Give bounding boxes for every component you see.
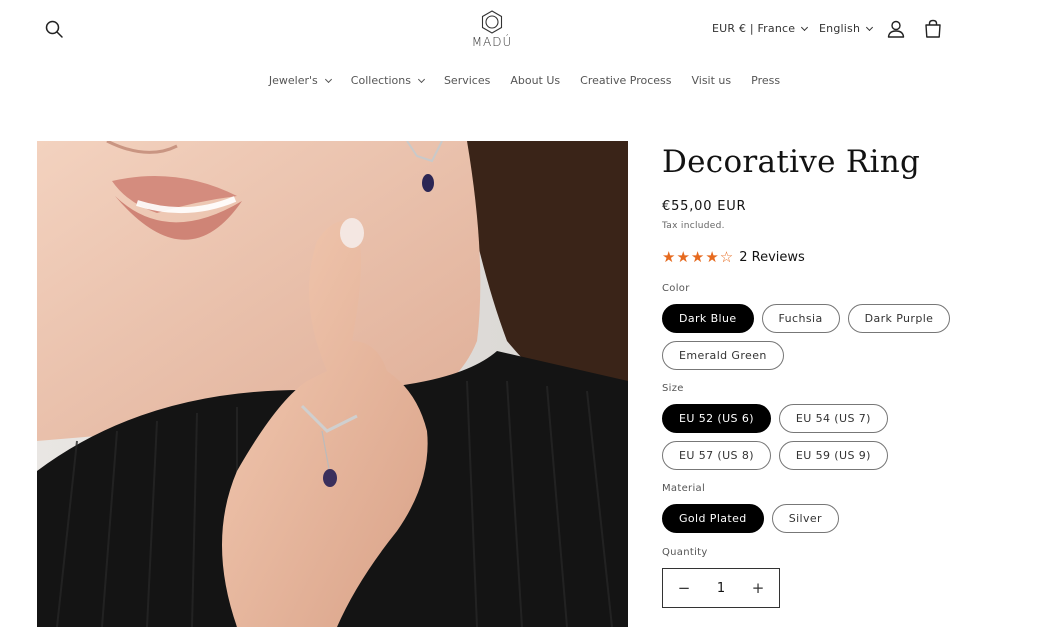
currency-label: EUR € | France bbox=[712, 22, 796, 35]
nav-label: Press bbox=[751, 74, 781, 87]
chevron-down-icon bbox=[866, 23, 874, 32]
material-option-gold-plated[interactable]: Gold Plated bbox=[662, 504, 764, 533]
language-label: English bbox=[819, 22, 861, 35]
material-options: Gold Plated Silver bbox=[662, 504, 962, 533]
product-image[interactable] bbox=[37, 141, 628, 627]
tax-note: Tax included. bbox=[662, 221, 725, 231]
search-icon[interactable] bbox=[43, 18, 65, 40]
nav-label: Creative Process bbox=[580, 74, 672, 87]
logo-mark-icon bbox=[481, 10, 503, 34]
color-label: Color bbox=[662, 283, 690, 294]
currency-selector[interactable]: EUR € | France bbox=[712, 22, 809, 35]
size-label: Size bbox=[662, 383, 684, 394]
size-option-eu-52[interactable]: EU 52 (US 6) bbox=[662, 404, 771, 433]
color-option-fuchsia[interactable]: Fuchsia bbox=[761, 304, 840, 333]
product-title: Decorative Ring bbox=[662, 144, 921, 180]
product-photo bbox=[37, 141, 628, 627]
product-info: Decorative Ring €55,00 EUR Tax included.… bbox=[662, 141, 1022, 608]
quantity-increase-button[interactable]: + bbox=[751, 579, 765, 597]
color-options: Dark Blue Fuchsia Dark Purple Emerald Gr… bbox=[662, 304, 962, 370]
product-price: €55,00 EUR bbox=[662, 199, 747, 214]
nav-label: Jeweler's bbox=[268, 74, 318, 87]
size-option-eu-57[interactable]: EU 57 (US 8) bbox=[662, 441, 771, 470]
chevron-down-icon bbox=[801, 23, 809, 32]
quantity-label: Quantity bbox=[662, 547, 708, 558]
material-option-silver[interactable]: Silver bbox=[771, 504, 839, 533]
color-option-dark-blue[interactable]: Dark Blue bbox=[662, 304, 754, 333]
language-selector[interactable]: English bbox=[819, 22, 874, 35]
nav-item-about-us[interactable]: About Us bbox=[510, 74, 560, 92]
size-option-eu-54[interactable]: EU 54 (US 7) bbox=[778, 404, 888, 433]
nav-item-services[interactable]: Services bbox=[444, 74, 490, 92]
nav-item-creative-process[interactable]: Creative Process bbox=[580, 74, 671, 92]
nav-label: Visit us bbox=[691, 74, 732, 87]
nav-item-jewelers[interactable]: Jeweler's bbox=[268, 74, 332, 92]
main-nav: Jeweler's Collections Services About Us … bbox=[0, 74, 1049, 92]
nav-label: About Us bbox=[510, 74, 561, 87]
nav-item-collections[interactable]: Collections bbox=[350, 74, 425, 92]
nav-label: Services bbox=[443, 74, 491, 87]
reviews-link[interactable]: 2 Reviews bbox=[739, 250, 805, 265]
size-option-eu-59[interactable]: EU 59 (US 9) bbox=[778, 441, 888, 470]
quantity-decrease-button[interactable]: − bbox=[677, 579, 691, 597]
nav-label: Collections bbox=[350, 74, 411, 87]
chevron-down-icon bbox=[324, 75, 332, 84]
size-options: EU 52 (US 6) EU 54 (US 7) EU 57 (US 8) E… bbox=[662, 404, 962, 470]
site-header: MADÚ EUR € | France English bbox=[0, 0, 1049, 60]
quantity-stepper: − 1 + bbox=[662, 568, 780, 608]
color-option-dark-purple[interactable]: Dark Purple bbox=[847, 304, 951, 333]
nav-item-press[interactable]: Press bbox=[751, 74, 780, 92]
quantity-input[interactable]: 1 bbox=[717, 581, 725, 596]
cart-icon[interactable] bbox=[922, 18, 944, 40]
star-rating-icon: ★★★★☆ bbox=[662, 248, 735, 266]
chevron-down-icon bbox=[417, 75, 425, 84]
site-logo[interactable]: MADÚ bbox=[466, 10, 518, 52]
logo-text: MADÚ bbox=[471, 35, 513, 49]
color-option-emerald-green[interactable]: Emerald Green bbox=[662, 341, 784, 370]
account-icon[interactable] bbox=[886, 19, 906, 39]
product-rating[interactable]: ★★★★☆ 2 Reviews bbox=[662, 249, 1022, 265]
material-label: Material bbox=[662, 483, 706, 494]
nav-item-visit-us[interactable]: Visit us bbox=[691, 74, 731, 92]
